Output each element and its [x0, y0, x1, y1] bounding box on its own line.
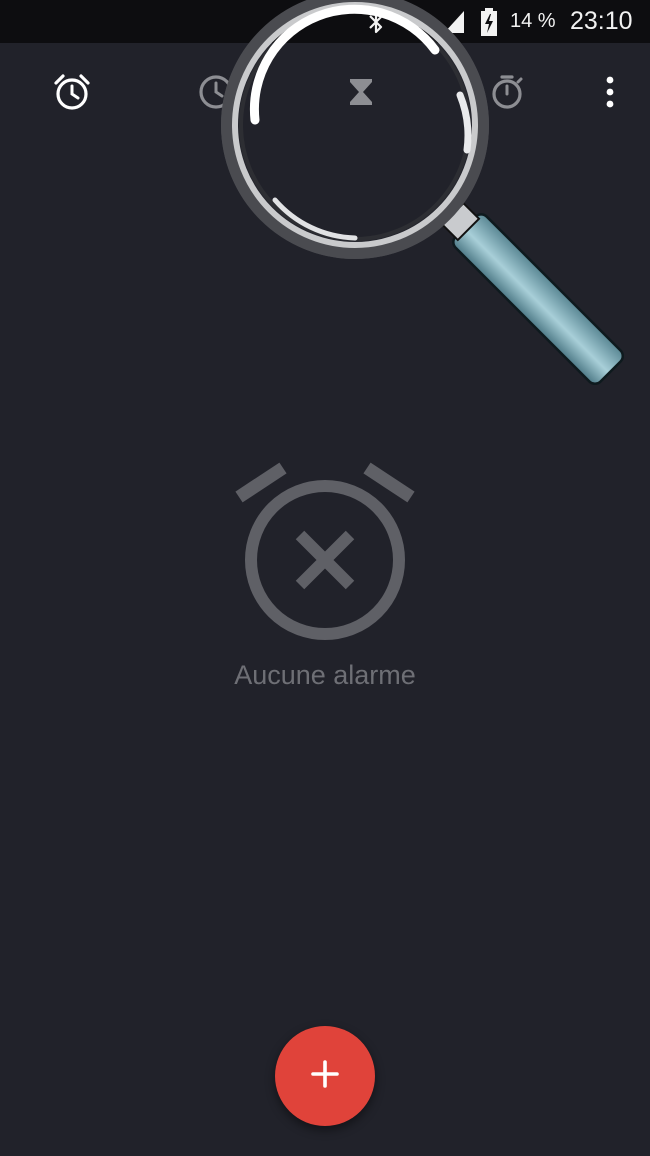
tab-alarm[interactable] [46, 68, 98, 120]
tab-stopwatch[interactable] [481, 68, 533, 120]
clock-icon [196, 72, 236, 117]
battery-percent: 14 % [510, 10, 556, 32]
empty-state-message: Aucune alarme [234, 660, 416, 690]
more-vert-icon [604, 74, 616, 115]
stopwatch-icon [487, 72, 527, 117]
magnifying-glass-icon [205, 0, 635, 420]
wifi-icon [398, 0, 430, 43]
tab-timer[interactable] [335, 68, 387, 120]
alarm-clock-icon [52, 72, 92, 117]
signal-icon [440, 0, 468, 43]
battery-charging-icon [478, 0, 500, 43]
status-bar: 14 % 23:10 [0, 0, 650, 43]
empty-state-illustration [225, 455, 425, 645]
overflow-menu-button[interactable] [584, 68, 636, 120]
add-alarm-button[interactable] [275, 1026, 375, 1126]
hourglass-icon [343, 74, 379, 115]
tab-clock[interactable] [190, 68, 242, 120]
bluetooth-icon [362, 0, 390, 43]
alarm-off-icon [225, 462, 425, 649]
plus-icon [310, 1059, 340, 1094]
status-time: 23:10 [570, 7, 633, 35]
